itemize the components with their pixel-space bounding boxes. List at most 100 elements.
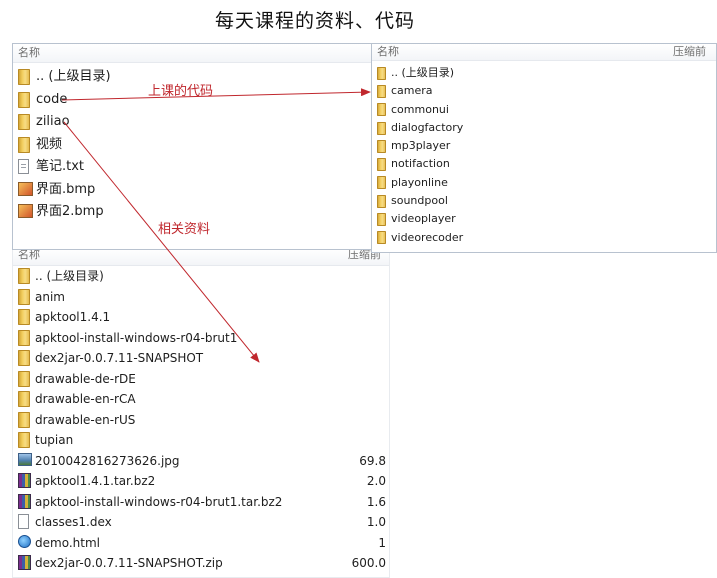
column-name-header[interactable]: 名称 [377, 44, 399, 60]
file-row[interactable]: soundpool [372, 192, 716, 210]
file-name: commonui [391, 102, 449, 116]
file-row[interactable]: .. (上级目录) [372, 64, 716, 82]
file-name: dex2jar-0.0.7.11-SNAPSHOT [35, 351, 204, 365]
file-row[interactable]: mp3player [372, 137, 716, 155]
file-size: 2.0 [366, 474, 386, 488]
file-name: code [36, 91, 68, 107]
archive-icon [18, 555, 31, 571]
folder-icon [18, 69, 30, 86]
file-name: dialogfactory [391, 120, 464, 134]
file-name: 界面2.bmp [36, 204, 104, 219]
file-row[interactable]: apktool-install-windows-r04-brut1.tar.bz… [13, 492, 389, 513]
file-name: tupian [35, 433, 74, 447]
file-name: notifaction [391, 157, 450, 171]
file-row[interactable]: dex2jar-0.0.7.11-SNAPSHOT.zip 600.0 [13, 553, 389, 574]
folder-icon [18, 114, 30, 131]
file-row[interactable]: 视频 [13, 134, 371, 157]
file-row[interactable]: 2010042816273626.jpg 69.8 [13, 451, 389, 472]
file-row[interactable]: notifaction [372, 155, 716, 173]
column-header[interactable]: 名称 压缩前 [13, 249, 389, 266]
file-row[interactable]: apktool1.4.1.tar.bz2 2.0 [13, 471, 389, 492]
file-row[interactable]: apktool1.4.1 [13, 307, 389, 328]
file-row[interactable]: dialogfactory [372, 119, 716, 137]
folder-icon [18, 309, 30, 326]
folder-icon [377, 121, 386, 135]
folder-icon [377, 84, 386, 98]
file-row[interactable]: classes1.dex 1.0 [13, 512, 389, 533]
html-file-icon [18, 534, 31, 548]
file-name: .. (上级目录) [36, 69, 111, 84]
file-row[interactable]: ziliao [13, 111, 371, 134]
folder-icon [377, 103, 386, 117]
file-name: 2010042816273626.jpg [35, 453, 180, 468]
file-name: mp3player [391, 139, 451, 153]
folder-icon [18, 329, 30, 346]
folder-icon [18, 350, 30, 367]
column-size-header[interactable]: 压缩前 [673, 44, 706, 60]
file-name: drawable-en-rUS [35, 412, 136, 427]
file-row[interactable]: anim [13, 287, 389, 308]
file-row[interactable]: 界面.bmp [13, 179, 371, 202]
folder-icon [18, 391, 30, 408]
file-name: videoplayer [391, 212, 456, 226]
file-name: soundpool [391, 194, 448, 208]
folder-icon [377, 213, 386, 227]
file-row[interactable]: apktool-install-windows-r04-brut1 [13, 328, 389, 349]
ziliao-annotation-label: 相关资料 [158, 222, 211, 237]
file-name: drawable-en-rCA [35, 392, 136, 406]
file-name: apktool1.4.1.tar.bz2 [35, 474, 156, 488]
file-row[interactable]: videoplayer [372, 210, 716, 228]
file-name: videorecoder [391, 230, 464, 244]
file-name: dex2jar-0.0.7.11-SNAPSHOT.zip [35, 556, 223, 570]
file-name: anim [35, 289, 65, 304]
folder-icon [377, 194, 386, 208]
file-row[interactable]: demo.html 1 [13, 533, 389, 554]
folder-icon [18, 136, 30, 153]
file-name: ziliao [36, 114, 70, 129]
file-name: 笔记.txt [36, 159, 85, 174]
file-row[interactable]: drawable-en-rCA [13, 389, 389, 410]
file-name: playonline [391, 175, 448, 189]
file-row[interactable]: camera [372, 82, 716, 100]
file-row[interactable]: 笔记.txt [13, 156, 371, 179]
bmp-image-icon [18, 204, 33, 219]
folder-icon [377, 139, 386, 153]
file-name: .. (上级目录) [35, 269, 104, 283]
file-name: .. (上级目录) [391, 66, 455, 79]
file-row[interactable]: videorecoder [372, 229, 716, 247]
file-name: apktool1.4.1 [35, 310, 111, 324]
file-row[interactable]: .. (上级目录) [13, 266, 389, 287]
file-size: 1 [378, 535, 386, 550]
file-row[interactable]: drawable-de-rDE [13, 369, 389, 390]
page-title: 每天课程的资料、代码 [214, 10, 415, 32]
file-name: apktool-install-windows-r04-brut1 [35, 330, 238, 345]
file-row[interactable]: drawable-en-rUS [13, 410, 389, 431]
folder-icon [377, 176, 386, 190]
folder-icon [18, 288, 30, 305]
bmp-image-icon [18, 181, 33, 196]
text-file-icon [18, 159, 29, 175]
file-row[interactable]: playonline [372, 174, 716, 192]
column-name-header[interactable]: 名称 [18, 44, 40, 62]
file-list-ziliao: 名称 压缩前 .. (上级目录) anim apktool1.4.1 apktool-… [12, 248, 390, 578]
column-header[interactable]: 名称 压缩前 [372, 44, 716, 61]
file-name: classes1.dex [35, 515, 112, 529]
file-row[interactable]: commonui [372, 101, 716, 119]
file-row[interactable]: tupian [13, 430, 389, 451]
jpg-image-icon [18, 452, 32, 466]
file-name: demo.html [35, 535, 100, 550]
column-name-header[interactable]: 名称 [18, 249, 40, 261]
archive-icon [18, 493, 31, 509]
file-name: apktool-install-windows-r04-brut1.tar.bz… [35, 494, 283, 509]
folder-icon [18, 370, 30, 387]
column-header[interactable]: 名称 [13, 44, 371, 63]
code-annotation-label: 上课的代码 [148, 84, 214, 99]
archive-icon [18, 473, 31, 489]
file-name: camera [391, 84, 433, 98]
file-row[interactable]: dex2jar-0.0.7.11-SNAPSHOT [13, 348, 389, 369]
file-name: 视频 [36, 136, 63, 152]
file-size: 69.8 [359, 453, 386, 468]
dex-file-icon [18, 514, 29, 530]
folder-icon [377, 66, 386, 80]
folder-icon [377, 158, 386, 172]
